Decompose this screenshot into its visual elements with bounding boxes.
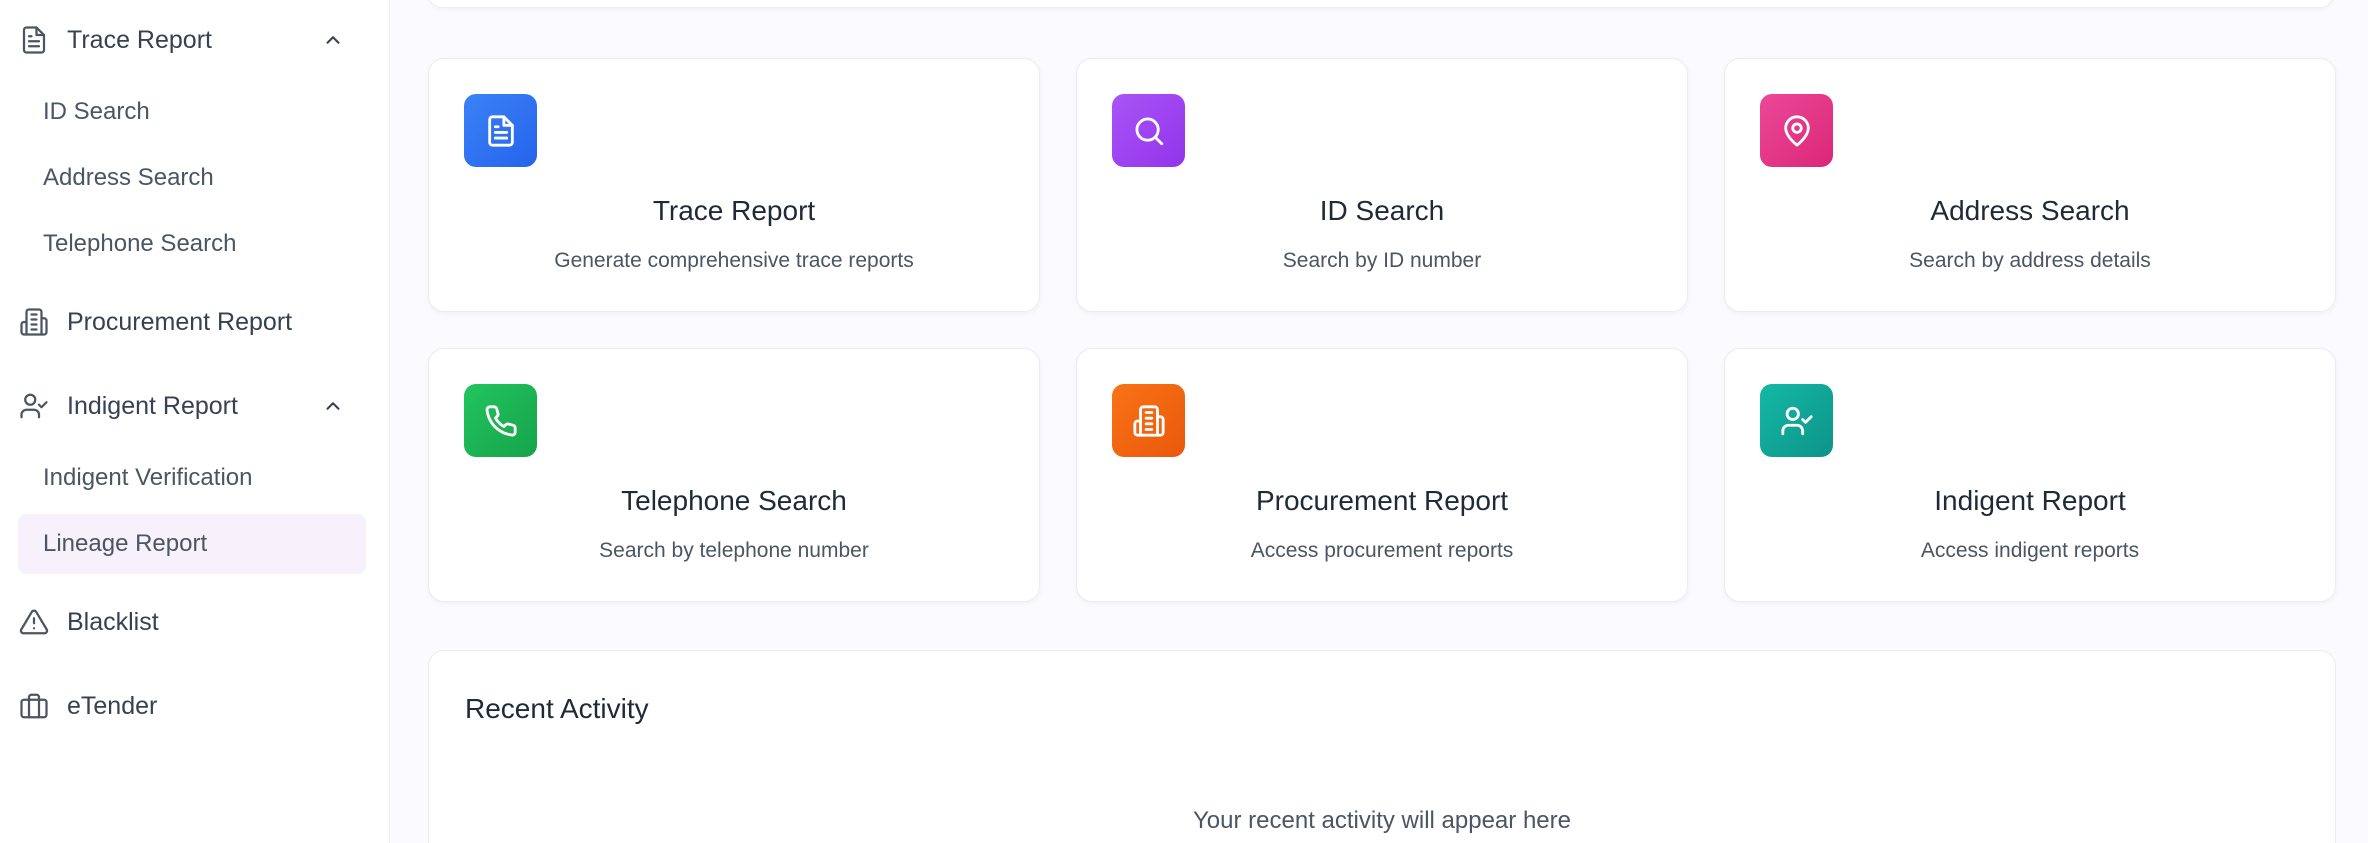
recent-activity-panel: Recent Activity Your recent activity wil… [428, 650, 2336, 843]
sidebar-item-indigent-verification[interactable]: Indigent Verification [18, 448, 366, 508]
card-title: Trace Report [652, 195, 816, 226]
warning-triangle-icon [18, 606, 50, 638]
sidebar-item-label: Trace Report [67, 25, 212, 54]
file-text-icon [464, 94, 537, 167]
chevron-up-icon[interactable] [322, 395, 344, 417]
user-check-icon [18, 390, 50, 422]
card-description: Search by telephone number [599, 539, 869, 562]
sidebar-item-id-search[interactable]: ID Search [18, 82, 366, 142]
sidebar-item-blacklist[interactable]: Blacklist [18, 592, 368, 652]
recent-activity-title: Recent Activity [465, 693, 649, 724]
card-id-search[interactable]: ID Search Search by ID number [1076, 58, 1688, 312]
card-indigent-report[interactable]: Indigent Report Access indigent reports [1724, 348, 2336, 602]
sidebar-item-label: Blacklist [67, 607, 159, 636]
card-procurement-report[interactable]: Procurement Report Access procurement re… [1076, 348, 1688, 602]
file-text-icon [18, 24, 50, 56]
sidebar-item-procurement-report[interactable]: Procurement Report [18, 292, 368, 352]
card-title: Telephone Search [621, 485, 847, 516]
header-card [428, 0, 2334, 8]
card-description: Search by ID number [1282, 249, 1482, 272]
search-icon [1112, 94, 1185, 167]
sidebar-item-label: Indigent Report [67, 391, 238, 420]
sidebar-item-trace-report[interactable]: Trace Report [18, 10, 368, 70]
map-pin-icon [1760, 94, 1833, 167]
card-description: Search by address details [1909, 249, 2151, 272]
card-title: Indigent Report [1934, 485, 2126, 516]
sidebar-item-label: eTender [67, 691, 158, 720]
card-address-search[interactable]: Address Search Search by address details [1724, 58, 2336, 312]
sidebar-item-telephone-search[interactable]: Telephone Search [18, 214, 366, 274]
user-check-icon [1760, 384, 1833, 457]
main-content: Trace Report Generate comprehensive trac… [390, 0, 2368, 843]
recent-activity-empty-text: Your recent activity will appear here [1193, 807, 1571, 834]
sidebar-item-etender[interactable]: eTender [18, 676, 368, 736]
phone-icon [464, 384, 537, 457]
card-description: Access procurement reports [1250, 539, 1514, 562]
building-icon [18, 306, 50, 338]
sidebar-item-address-search[interactable]: Address Search [18, 148, 366, 208]
sidebar: Trace Report ID Search Address Search Te… [0, 0, 390, 843]
card-title: ID Search [1319, 195, 1445, 226]
briefcase-icon [18, 690, 50, 722]
card-title: Procurement Report [1255, 485, 1509, 516]
app: Trace Report ID Search Address Search Te… [0, 0, 2368, 843]
card-telephone-search[interactable]: Telephone Search Search by telephone num… [428, 348, 1040, 602]
card-title: Address Search [1930, 195, 2130, 226]
sidebar-item-indigent-report[interactable]: Indigent Report [18, 376, 368, 436]
sidebar-item-lineage-report[interactable]: Lineage Report [18, 514, 366, 574]
building-icon [1112, 384, 1185, 457]
chevron-up-icon[interactable] [322, 29, 344, 51]
card-trace-report[interactable]: Trace Report Generate comprehensive trac… [428, 58, 1040, 312]
card-description: Access indigent reports [1920, 539, 2140, 562]
sidebar-item-label: Procurement Report [67, 307, 293, 336]
card-description: Generate comprehensive trace reports [554, 249, 914, 272]
